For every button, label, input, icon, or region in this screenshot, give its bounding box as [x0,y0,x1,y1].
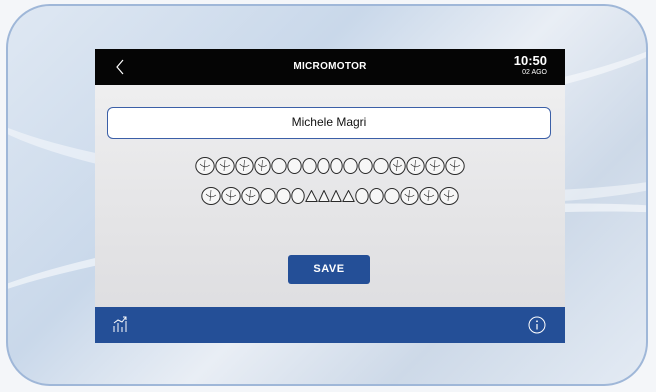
lower-tooth-6[interactable] [291,188,305,204]
clock-date: 02 AGO [522,69,547,76]
bottom-bar [95,307,565,343]
upper-tooth-9[interactable] [330,158,343,174]
upper-tooth-6[interactable] [287,158,302,174]
lower-tooth-10[interactable] [342,190,355,202]
clock: 10:50 02 AGO [514,53,547,77]
lower-tooth-9[interactable] [330,190,342,202]
lower-tooth-8[interactable] [318,190,330,202]
upper-tooth-10[interactable] [343,158,358,174]
lower-tooth-7[interactable] [305,190,318,202]
dental-chart [195,157,465,205]
upper-tooth-8[interactable] [317,158,330,174]
lower-tooth-12[interactable] [369,188,384,204]
stats-icon [113,316,127,332]
top-bar: MICROMOTOR 10:50 02 AGO [95,49,565,85]
stats-button[interactable] [111,315,131,335]
info-icon [528,316,546,334]
upper-tooth-5[interactable] [271,158,287,174]
info-button[interactable] [527,315,547,335]
upper-tooth-12[interactable] [373,158,389,174]
upper-tooth-7[interactable] [302,158,317,174]
lower-tooth-11[interactable] [355,188,369,204]
lower-tooth-13[interactable] [384,188,400,204]
page-title: MICROMOTOR [293,61,367,72]
clock-time: 10:50 [513,53,547,68]
device-screen: MICROMOTOR 10:50 02 AGO Michele Magri SA… [95,49,565,343]
lower-tooth-5[interactable] [276,188,291,204]
save-button[interactable]: SAVE [288,255,370,284]
lower-tooth-4[interactable] [260,188,276,204]
upper-tooth-11[interactable] [358,158,373,174]
patient-name-field[interactable]: Michele Magri [107,107,551,139]
